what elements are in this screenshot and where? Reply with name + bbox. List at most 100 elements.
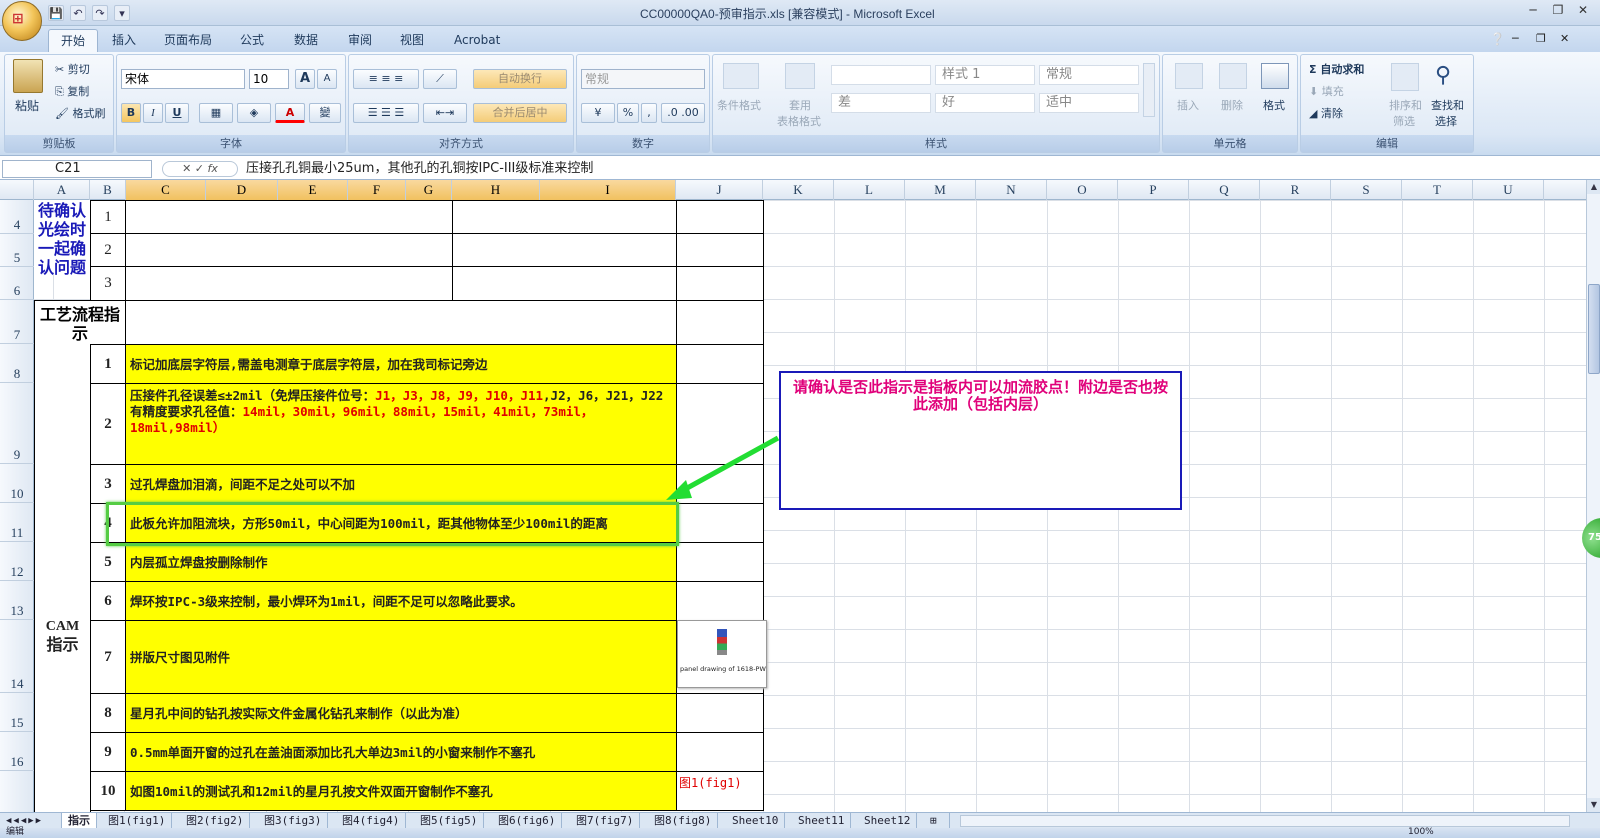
row-header-11[interactable]: 11	[0, 503, 34, 542]
merge-center-button[interactable]: 合并后居中	[473, 103, 567, 123]
delete-cells-button[interactable]: 删除	[1221, 97, 1243, 113]
redo-icon[interactable]: ↷	[92, 5, 108, 21]
worksheet-grid[interactable]: 待确认光绘时一起确认问题 1 2 3 工艺流程指示 CAM 指示 1 标记加底层…	[34, 200, 1586, 812]
fill-color-button[interactable]: ◈	[237, 103, 271, 123]
pending-cell-3c[interactable]	[676, 266, 764, 301]
sheet-tab-0[interactable]: 指示	[62, 813, 97, 829]
col-header-j[interactable]: J	[676, 180, 763, 200]
delete-cells-icon[interactable]	[1219, 63, 1247, 89]
bold-button[interactable]: B	[121, 103, 141, 123]
ribbon-minimize-icon[interactable]: ─	[1512, 32, 1519, 45]
row-header-10[interactable]: 10	[0, 464, 34, 503]
sheet-tab-2[interactable]: 图2(fig2)	[180, 813, 251, 829]
scroll-thumb[interactable]	[1588, 284, 1600, 374]
indent-buttons[interactable]: ⇤⇥	[423, 103, 467, 123]
col-header-k[interactable]: K	[763, 180, 834, 200]
insert-cells-button[interactable]: 插入	[1177, 97, 1199, 113]
decimal-buttons[interactable]: .0 .00	[661, 103, 705, 123]
style-1[interactable]: 样式 1	[935, 65, 1035, 85]
comment-box[interactable]: 请确认是否此指示是指板内可以加流胶点！附边是否也按此添加（包括内层）	[779, 371, 1182, 510]
binoculars-icon[interactable]: ⚲	[1435, 63, 1451, 88]
process-cell-j[interactable]	[676, 300, 764, 345]
tab-data[interactable]: 数据	[282, 29, 330, 52]
item-j-6[interactable]	[676, 581, 764, 621]
conditional-format-button[interactable]: 条件格式	[717, 97, 761, 113]
zoom-level[interactable]: 100%	[1408, 826, 1434, 838]
col-header-e[interactable]: E	[278, 180, 348, 200]
col-header-u[interactable]: U	[1473, 180, 1544, 200]
copy-button[interactable]: ⎘ 复制	[55, 83, 89, 99]
format-cells-icon[interactable]	[1261, 63, 1289, 89]
font-size-select[interactable]: 10	[249, 69, 289, 89]
pending-cell-2a[interactable]	[125, 233, 453, 267]
row-header-13[interactable]: 13	[0, 581, 34, 620]
cancel-icon[interactable]: ✕	[182, 162, 195, 175]
find-select-line1[interactable]: 查找和	[1431, 97, 1464, 113]
col-header-s[interactable]: S	[1331, 180, 1402, 200]
col-header-q[interactable]: Q	[1189, 180, 1260, 200]
style-normal[interactable]: 常规	[1039, 65, 1139, 85]
zip-attachment[interactable]: panel drawing of 1618-PWD-DE-SS-.zip	[677, 620, 767, 688]
number-format-select[interactable]: 常规	[581, 69, 705, 89]
sheet-tab-4[interactable]: 图4(fig4)	[336, 813, 407, 829]
percent-button[interactable]: %	[617, 103, 639, 123]
item-j-5[interactable]	[676, 542, 764, 582]
clear-button[interactable]: ◢ 清除	[1309, 105, 1343, 121]
undo-icon[interactable]: ↶	[70, 5, 86, 21]
sheet-tab-3[interactable]: 图3(fig3)	[258, 813, 329, 829]
minimize-button[interactable]: ─	[1522, 3, 1544, 19]
close-button[interactable]: ✕	[1572, 3, 1594, 19]
tab-acrobat[interactable]: Acrobat	[442, 29, 512, 52]
sheet-tab-7[interactable]: 图7(fig7)	[570, 813, 641, 829]
item-j-1[interactable]	[676, 344, 764, 384]
pending-cell-2b[interactable]	[452, 233, 677, 267]
row-header-5[interactable]: 5	[0, 234, 34, 267]
col-header-g[interactable]: G	[406, 180, 452, 200]
item-text-8[interactable]: 星月孔中间的钻孔按实际文件金属化钻孔来制作（以此为准）	[125, 693, 677, 733]
sort-filter-line1[interactable]: 排序和	[1389, 97, 1422, 113]
vertical-scrollbar[interactable]: ▲ ▼	[1586, 180, 1600, 812]
col-header-d[interactable]: D	[206, 180, 278, 200]
scroll-down-icon[interactable]: ▼	[1587, 798, 1600, 812]
col-header-f[interactable]: F	[348, 180, 406, 200]
col-header-o[interactable]: O	[1047, 180, 1118, 200]
pending-cell-1c[interactable]	[676, 200, 764, 234]
col-header-t[interactable]: T	[1402, 180, 1473, 200]
item-text-10[interactable]: 如图10mil的测试孔和12mil的星月孔按文件双面开窗制作不塞孔	[125, 771, 677, 811]
ribbon-close-icon[interactable]: ✕	[1560, 32, 1569, 45]
sheet-tab-1[interactable]: 图1(fig1)	[102, 813, 173, 829]
enter-icon[interactable]: ✓	[195, 162, 208, 175]
format-painter-button[interactable]: 🖌 格式刷	[55, 105, 105, 121]
row-header-6[interactable]: 6	[0, 267, 34, 300]
paste-button[interactable]: 粘贴	[15, 97, 39, 114]
row-header-9[interactable]: 9	[0, 383, 34, 464]
table-format-button-line1[interactable]: 套用	[789, 97, 811, 113]
maximize-button[interactable]: ❐	[1547, 3, 1569, 19]
cut-button[interactable]: ✂ 剪切	[55, 61, 90, 77]
formula-input[interactable]: 压接孔孔铜最小25um，其他孔的孔铜按IPC-III级标准来控制	[246, 160, 593, 178]
tab-page-layout[interactable]: 页面布局	[152, 29, 224, 52]
office-button[interactable]: ⊞	[2, 1, 42, 41]
sheet-tab-6[interactable]: 图6(fig6)	[492, 813, 563, 829]
insert-sheet-icon[interactable]: ⊞	[924, 813, 950, 829]
col-header-h[interactable]: H	[452, 180, 540, 200]
pending-cell-1b[interactable]	[452, 200, 677, 234]
tab-view[interactable]: 视图	[388, 29, 436, 52]
item-text-3[interactable]: 过孔焊盘加泪滴，间距不足之处可以不加	[125, 464, 677, 504]
name-box[interactable]: C21	[2, 160, 152, 178]
col-header-m[interactable]: M	[905, 180, 976, 200]
conditional-format-icon[interactable]	[723, 63, 759, 89]
row-header-16[interactable]: 16	[0, 732, 34, 771]
item-text-9[interactable]: 0.5mm单面开窗的过孔在盖油面添加比孔大单边3mil的小窗来制作不塞孔	[125, 732, 677, 772]
tab-insert[interactable]: 插入	[100, 29, 148, 52]
horizontal-scrollbar[interactable]	[960, 815, 1570, 827]
fill-button[interactable]: ⬇ 填充	[1309, 83, 1344, 99]
paste-icon[interactable]	[13, 59, 43, 93]
col-header-p[interactable]: P	[1118, 180, 1189, 200]
col-header-l[interactable]: L	[834, 180, 905, 200]
help-icon[interactable]: ❔	[1490, 32, 1505, 46]
table-format-icon[interactable]	[785, 63, 815, 89]
currency-button[interactable]: ¥	[581, 103, 615, 123]
row-header-8[interactable]: 8	[0, 344, 34, 383]
col-header-i[interactable]: I	[540, 180, 676, 200]
